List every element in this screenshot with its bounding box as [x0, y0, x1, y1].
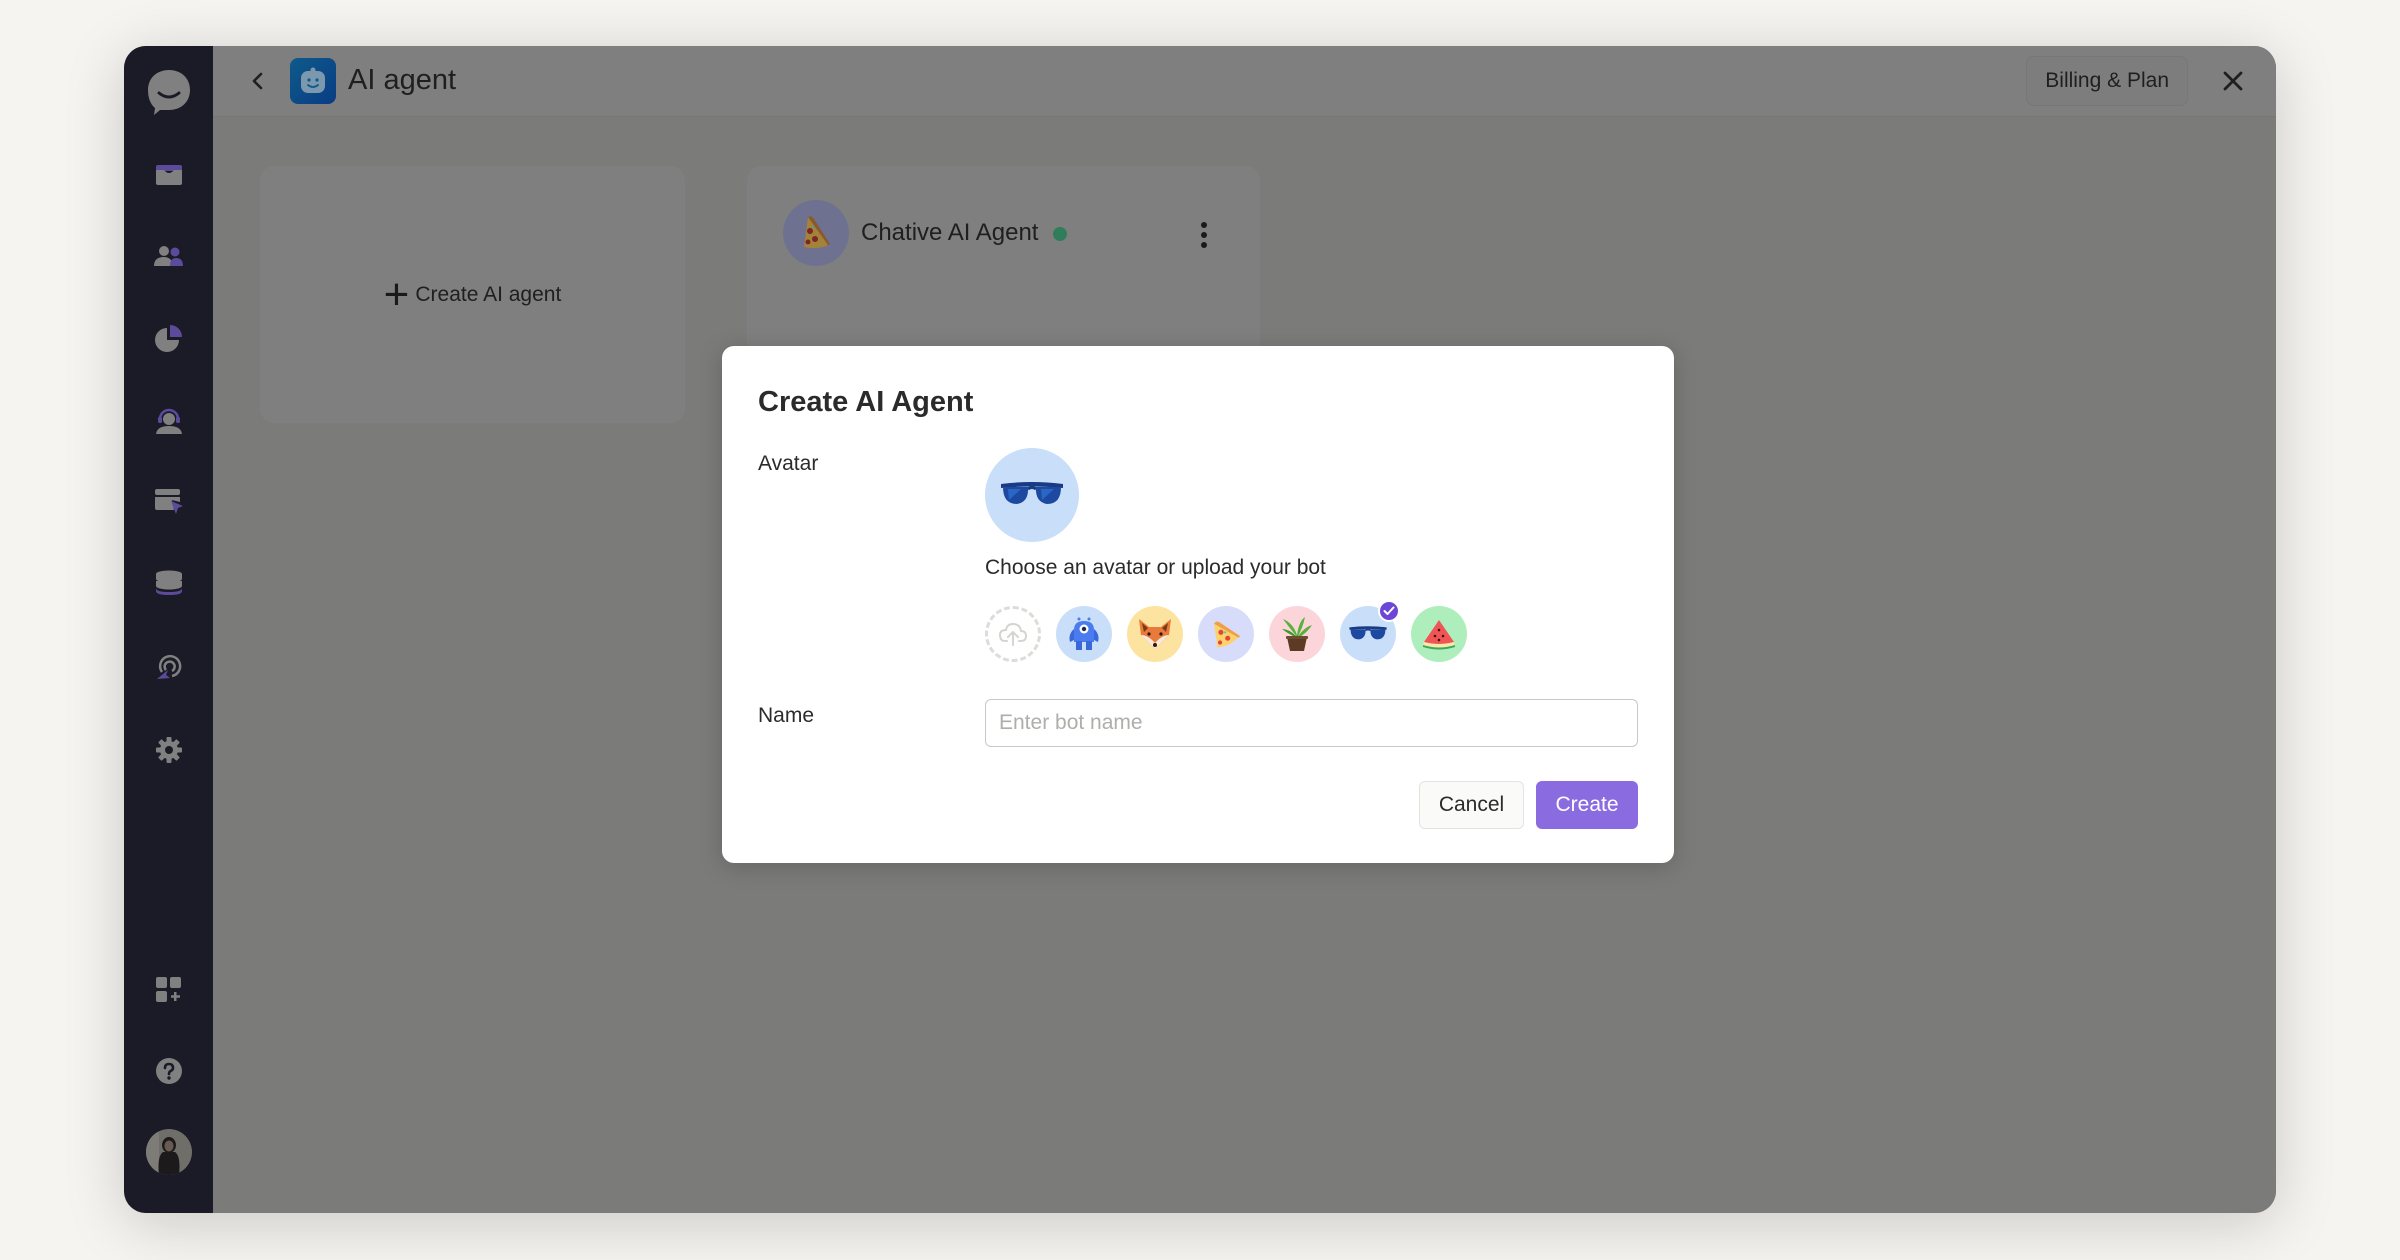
sidebar-item-settings[interactable] [124, 728, 213, 772]
user-avatar [145, 1129, 192, 1175]
kebab-dot [1201, 232, 1207, 238]
create-ai-agent-card[interactable]: + Create AI agent [260, 166, 685, 423]
sidebar-item-apps[interactable] [124, 968, 213, 1012]
upload-avatar-button[interactable] [985, 606, 1041, 662]
name-label: Name [758, 704, 815, 727]
close-button[interactable] [2216, 64, 2250, 98]
avatar-option-monster[interactable] [1056, 606, 1112, 662]
sidebar-item-agents[interactable] [124, 399, 213, 443]
avatar-picker [985, 600, 1467, 664]
sunglasses-icon [1349, 626, 1387, 640]
selected-avatar-preview [985, 448, 1079, 542]
avatar-help-text: Choose an avatar or upload your bot [985, 556, 1326, 579]
avatar-option-fox[interactable] [1127, 606, 1183, 662]
apps-add-icon [155, 977, 181, 1002]
users-icon [153, 246, 183, 266]
page-header: AI agent Billing & Plan [213, 46, 2276, 117]
avatar-label: Avatar [758, 452, 819, 475]
sidebar-item-contacts[interactable] [124, 234, 213, 278]
signal-cursor-icon [156, 655, 181, 679]
robot-icon [290, 58, 336, 104]
cancel-button[interactable]: Cancel [1419, 781, 1524, 829]
create-ai-agent-label: Create AI agent [415, 282, 562, 306]
headset-agent-icon [155, 408, 182, 434]
inbox-icon [155, 165, 182, 185]
monster-icon [1069, 617, 1099, 650]
gear-icon [155, 737, 182, 763]
upload-cloud-icon [998, 622, 1028, 646]
watermelon-icon [1423, 620, 1455, 650]
avatar-option-watermelon[interactable] [1411, 606, 1467, 662]
pizza-avatar-icon [783, 200, 849, 266]
agent-name[interactable]: Chative AI Agent [861, 217, 1038, 249]
kebab-dot [1201, 242, 1207, 248]
sidebar-item-inbox[interactable] [124, 153, 213, 197]
online-status-dot [1053, 227, 1067, 241]
fox-icon [1139, 619, 1171, 649]
selected-check-icon [1378, 600, 1400, 622]
create-button[interactable]: Create [1536, 781, 1638, 829]
sidebar-item-widget[interactable] [124, 480, 213, 524]
chat-bubble-logo-icon[interactable] [124, 70, 213, 115]
page-title: AI agent [348, 64, 457, 96]
pizza-icon [1214, 621, 1240, 648]
sidebar-item-knowledge[interactable] [124, 561, 213, 605]
plus-icon: + [383, 269, 410, 319]
database-icon [155, 570, 182, 595]
dialog-title: Create AI Agent [758, 386, 974, 418]
sidebar [124, 46, 213, 1213]
billing-plan-button[interactable]: Billing & Plan [2026, 56, 2188, 106]
back-button[interactable] [243, 66, 273, 96]
bot-name-input[interactable] [985, 699, 1638, 747]
sidebar-item-help[interactable] [124, 1049, 213, 1093]
plant-icon [1282, 617, 1312, 651]
sidebar-item-tracking[interactable] [124, 645, 213, 689]
sunglasses-icon [1001, 482, 1063, 504]
help-icon [155, 1058, 182, 1084]
create-ai-agent-dialog: Create AI Agent Avatar Choose an avatar … [722, 346, 1674, 863]
window-cursor-icon [154, 489, 183, 514]
kebab-dot [1201, 222, 1207, 228]
chevron-left-icon [252, 72, 263, 90]
close-icon [2223, 71, 2243, 91]
more-options-button[interactable] [1189, 218, 1219, 252]
avatar-option-plant[interactable] [1269, 606, 1325, 662]
sidebar-item-profile[interactable] [124, 1128, 213, 1176]
pie-chart-icon [154, 325, 182, 352]
avatar-option-sunglasses[interactable] [1340, 600, 1400, 662]
sidebar-item-reports[interactable] [124, 316, 213, 360]
avatar-option-pizza[interactable] [1198, 606, 1254, 662]
